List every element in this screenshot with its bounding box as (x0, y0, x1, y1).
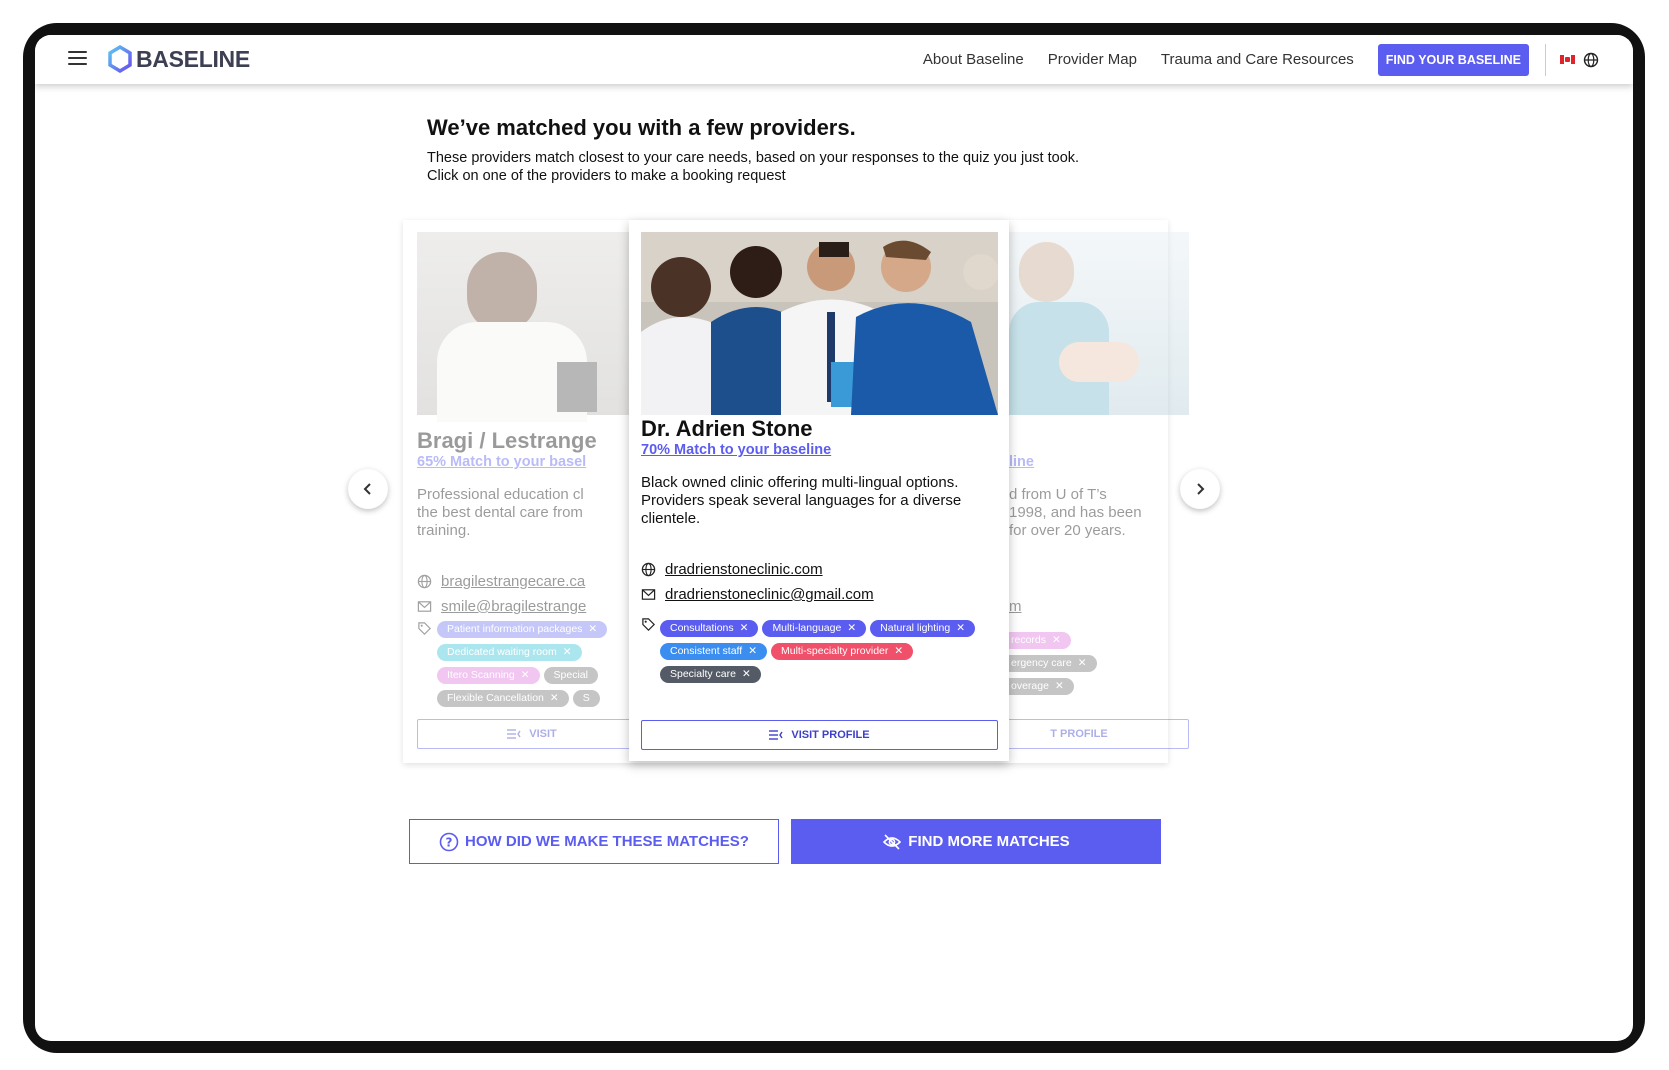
visit-profile-button[interactable]: VISIT PROFILE (641, 720, 998, 750)
find-more-label: FIND MORE MATCHES (908, 833, 1070, 850)
mail-icon (417, 601, 432, 612)
tag-chip[interactable]: ergency care ✕ (1009, 655, 1097, 672)
visit-label: T PROFILE (1050, 728, 1108, 740)
email-link[interactable]: smile@bragilestrange (441, 598, 586, 615)
tag-chip[interactable]: overage ✕ (1009, 678, 1074, 695)
nav-divider (1545, 43, 1546, 76)
tag-chip[interactable]: Consultations ✕ (660, 620, 759, 637)
brand-logo[interactable]: BASELINE (107, 45, 250, 73)
how-matches-button[interactable]: ? HOW DID WE MAKE THESE MATCHES? (409, 819, 779, 864)
desc-line: for over 20 years. (1009, 522, 1126, 539)
tag-chip[interactable]: Flexible Cancellation ✕ (437, 690, 569, 707)
provider-name: Dr. Adrien Stone (641, 416, 813, 441)
desc-line: 1998, and has been (1009, 504, 1142, 521)
website-link[interactable]: bragilestrangecare.ca (441, 573, 585, 590)
globe-icon[interactable] (1583, 52, 1599, 68)
tag-chip[interactable]: S (572, 690, 600, 707)
nav-trauma-resources[interactable]: Trauma and Care Resources (1161, 51, 1354, 68)
brand-name: BASELINE (136, 45, 250, 72)
visit-profile-button[interactable]: VISIT (417, 719, 629, 749)
how-matches-label: HOW DID WE MAKE THESE MATCHES? (465, 833, 749, 850)
carousel-prev-button[interactable] (348, 469, 388, 509)
provider-email[interactable]: m (1009, 598, 1022, 615)
tag-list: Consultations ✕ Multi-language ✕ Natural l… (660, 620, 1005, 689)
desc-line: Professional education cl (417, 486, 584, 503)
chevron-right-icon (1197, 483, 1205, 495)
find-more-matches-button[interactable]: FIND MORE MATCHES (791, 819, 1161, 864)
question-circle-icon: ? (439, 832, 459, 851)
provider-website[interactable]: dradrienstoneclinic.com (641, 561, 823, 578)
find-your-baseline-button[interactable]: FIND YOUR BASELINE (1377, 43, 1529, 76)
page-subtitle: These providers match closest to your ca… (427, 149, 1227, 185)
provider-photo-left (417, 232, 629, 422)
match-link[interactable]: 70% Match to your baseline (641, 442, 831, 458)
hamburger-icon[interactable] (68, 51, 87, 65)
list-icon (507, 729, 521, 739)
carousel-next-button[interactable] (1180, 469, 1220, 509)
provider-photo-center (641, 232, 998, 415)
globe-icon (641, 562, 656, 577)
provider-email[interactable]: dradrienstoneclinic@gmail.com (641, 586, 874, 603)
tag-icon (642, 618, 655, 631)
provider-website[interactable]: bragilestrangecare.ca (417, 573, 585, 590)
provider-card-right[interactable]: line d from U of T’s 1998, and has been … (1009, 232, 1189, 768)
canada-flag-icon[interactable] (1560, 55, 1575, 64)
email-link[interactable]: dradrienstoneclinic@gmail.com (665, 586, 874, 603)
email-link[interactable]: m (1009, 598, 1022, 615)
browser-screen: BASELINE About Baseline Provider Map Tra… (35, 35, 1633, 1041)
svg-text:?: ? (446, 835, 453, 849)
tag-list: Patient information packages ✕ Dedicated … (437, 621, 629, 713)
mail-icon (641, 589, 656, 600)
provider-description: Black owned clinic offering multi-lingua… (641, 474, 962, 527)
visit-label: VISIT PROFILE (791, 729, 870, 741)
subtitle-line-2: Click on one of the providers to make a … (427, 168, 786, 184)
website-link[interactable]: dradrienstoneclinic.com (665, 561, 823, 578)
visit-profile-button[interactable]: T PROFILE (1009, 719, 1189, 749)
provider-card-left[interactable]: Bragi / Lestrange 65% Match to your base… (417, 232, 629, 768)
provider-description: Professional education cl the best denta… (417, 486, 584, 540)
provider-description: d from U of T’s 1998, and has been for o… (1009, 486, 1142, 540)
nav-links: About Baseline Provider Map Trauma and C… (923, 35, 1633, 84)
visit-label: VISIT (529, 728, 557, 740)
match-link[interactable]: line (1009, 454, 1034, 470)
subtitle-line-1: These providers match closest to your ca… (427, 150, 1080, 166)
tag-chip[interactable]: records ✕ (1009, 632, 1071, 649)
top-nav-bar: BASELINE About Baseline Provider Map Tra… (35, 35, 1633, 84)
tag-icon (418, 622, 431, 635)
page-title: We’ve matched you with a few providers. (427, 115, 856, 140)
tag-chip[interactable]: Multi-language ✕ (762, 620, 867, 637)
provider-name: Bragi / Lestrange (417, 428, 597, 453)
nav-provider-map[interactable]: Provider Map (1048, 51, 1137, 68)
desc-line: d from U of T’s (1009, 486, 1107, 503)
nav-about[interactable]: About Baseline (923, 51, 1024, 68)
tag-chip[interactable]: Patient information packages ✕ (437, 621, 608, 638)
tag-chip[interactable]: Special (543, 667, 598, 684)
desc-line: training. (417, 522, 471, 539)
chevron-left-icon (363, 483, 371, 495)
tag-chip[interactable]: Specialty care ✕ (660, 666, 761, 683)
tag-chip[interactable]: Itero Scanning ✕ (437, 667, 540, 684)
logo-icon (108, 45, 132, 73)
globe-icon (417, 574, 432, 589)
match-link[interactable]: 65% Match to your basel (417, 454, 586, 470)
desc-line: the best dental care from (417, 504, 583, 521)
provider-email[interactable]: smile@bragilestrange (417, 598, 586, 615)
tag-chip[interactable]: Multi-specialty provider ✕ (771, 643, 914, 660)
list-icon (769, 730, 783, 740)
eye-off-icon (883, 833, 902, 850)
tag-chip[interactable]: Consistent staff ✕ (660, 643, 767, 660)
tag-chip[interactable]: Natural lighting ✕ (870, 620, 975, 637)
provider-photo-right (1009, 232, 1189, 415)
tag-chip[interactable]: Dedicated waiting room ✕ (437, 644, 582, 661)
provider-card-center[interactable]: Dr. Adrien Stone 70% Match to your basel… (629, 220, 1009, 761)
tag-list: records ✕ ergency care ✕ overage ✕ (1009, 632, 1129, 701)
